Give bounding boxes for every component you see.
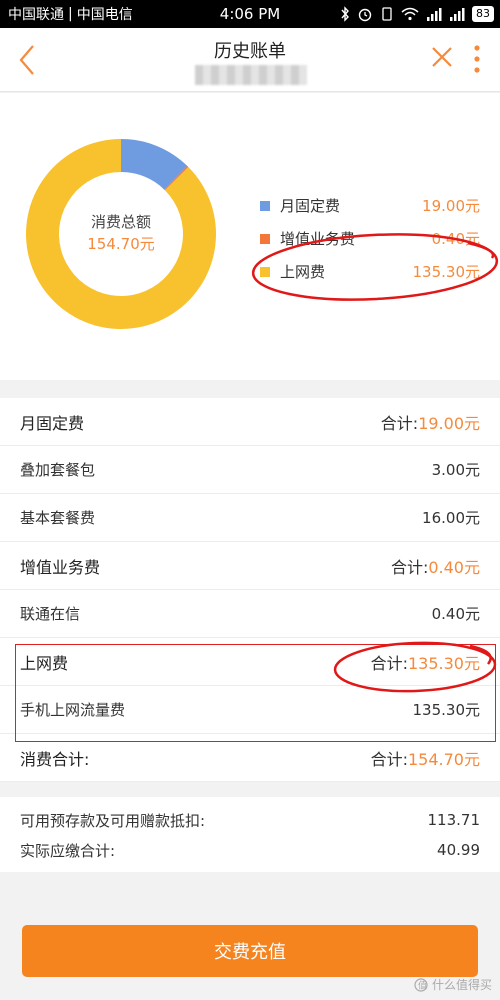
wifi-icon: [401, 7, 419, 21]
chart-legend: 月固定费 19.00元 增值业务费 0.40元 上网费 135.30元: [260, 189, 480, 288]
section-title: 月固定费: [20, 413, 85, 433]
legend-amount: 19.00元: [422, 197, 480, 215]
section-total: 合计:0.40元: [390, 557, 480, 577]
bill-item: 联通在信 0.40元: [0, 590, 500, 638]
section-title: 增值业务费: [20, 557, 101, 577]
summary-value: 40.99: [437, 841, 480, 859]
more-vertical-icon[interactable]: [470, 42, 484, 76]
summary-label: 实际应缴合计:: [20, 841, 116, 860]
blurred-phone-number: [195, 65, 307, 85]
section-header-value-added[interactable]: 增值业务费 合计:0.40元: [0, 542, 500, 590]
grand-total-value: 合计:154.70元: [370, 749, 480, 769]
summary-row: 实际应缴合计: 40.99: [20, 835, 480, 865]
legend-item: 增值业务费 0.40元: [260, 222, 480, 255]
signal-icon-1: [427, 8, 442, 21]
vibrate-icon: [382, 7, 392, 21]
summary-label: 可用预存款及可用赠款抵扣:: [20, 811, 206, 830]
status-time: 4:06 PM: [219, 5, 281, 23]
battery-indicator: 83: [472, 6, 494, 22]
legend-swatch: [260, 233, 270, 244]
summary-row: 可用预存款及可用赠款抵扣: 113.71: [20, 805, 480, 835]
bill-item-label: 叠加套餐包: [20, 461, 96, 479]
bill-item-amount: 3.00元: [431, 461, 480, 479]
legend-swatch: [260, 200, 270, 211]
carrier-1: 中国联通: [8, 7, 64, 23]
donut-center-label: 消费总额: [90, 213, 151, 231]
section-header-monthly-fee[interactable]: 月固定费 合计:19.00元: [0, 398, 500, 446]
legend-item: 上网费 135.30元: [260, 255, 480, 288]
legend-swatch: [260, 266, 270, 277]
signal-icon-2: [450, 8, 465, 21]
legend-amount: 135.30元: [412, 263, 481, 281]
close-icon[interactable]: [430, 45, 454, 69]
alarm-icon: [358, 8, 372, 22]
donut-center-value: 154.70元: [87, 235, 155, 253]
legend-label: 增值业务费: [280, 230, 356, 248]
legend-label: 月固定费: [280, 197, 341, 215]
bill-item-label: 基本套餐费: [20, 509, 96, 527]
payment-summary: 可用预存款及可用赠款抵扣: 113.71 实际应缴合计: 40.99: [0, 797, 500, 872]
legend-amount: 0.40元: [431, 230, 480, 248]
svg-text:值: 值: [418, 979, 427, 991]
section-total: 合计:19.00元: [380, 413, 480, 433]
summary-value: 113.71: [427, 811, 481, 829]
nav-bar: 历史账单: [0, 28, 500, 92]
bluetooth-icon: [341, 6, 349, 22]
status-bar: 中国联通 | 中国电信 4:06 PM 83: [0, 0, 500, 28]
chart-card: 消费总额 154.70元 月固定费 19.00元 增值业务费 0.40元 上网费…: [0, 93, 500, 380]
watermark-text: 什么值得买: [431, 978, 492, 992]
bill-item-amount: 16.00元: [422, 509, 480, 527]
carrier-separator: |: [68, 6, 73, 22]
value-icon: 值: [414, 977, 428, 992]
legend-label: 上网费: [280, 263, 326, 281]
bill-item: 基本套餐费 16.00元: [0, 494, 500, 542]
bill-item-label: 联通在信: [20, 605, 81, 623]
bill-item-amount: 0.40元: [431, 605, 480, 623]
annotation-rectangle: [15, 644, 496, 742]
legend-item: 月固定费 19.00元: [260, 189, 480, 222]
pay-button[interactable]: 交费充值: [22, 925, 478, 977]
bill-item: 叠加套餐包 3.00元: [0, 446, 500, 494]
grand-total-label: 消费合计:: [20, 749, 90, 769]
page-title: 历史账单: [214, 41, 286, 62]
carrier-2: 中国电信: [76, 7, 133, 23]
watermark: 值 什么值得买: [414, 976, 492, 993]
